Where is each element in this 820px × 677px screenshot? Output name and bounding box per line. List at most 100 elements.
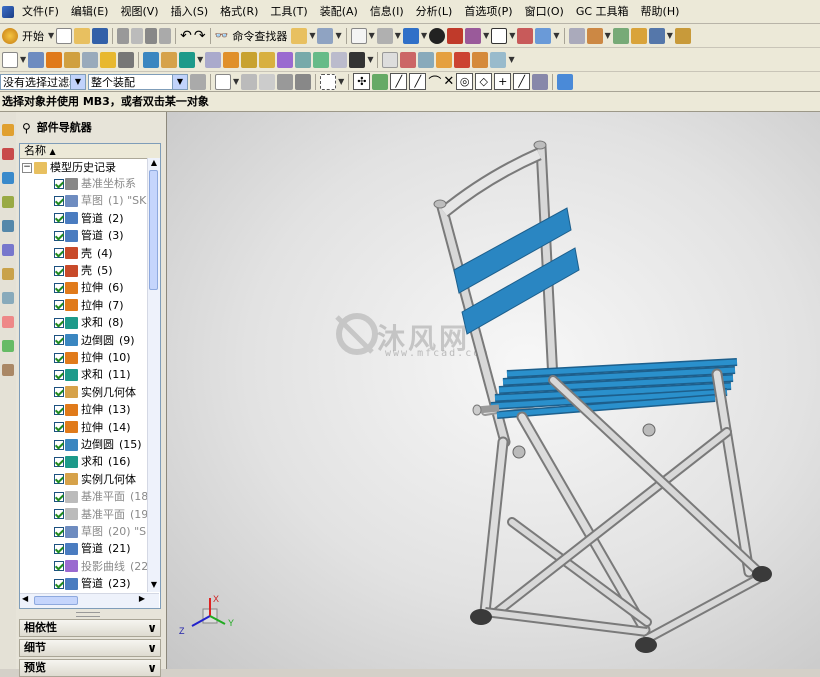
tree-row[interactable]: 管道 (3) — [54, 227, 124, 244]
pin-icon[interactable]: ⚲ — [22, 112, 31, 144]
sew-icon[interactable] — [418, 51, 435, 68]
constraint-navigator-tab-icon[interactable] — [2, 148, 14, 160]
visibility-checkbox[interactable] — [54, 317, 64, 328]
snap-point-on-curve-icon[interactable]: ╱ — [513, 73, 531, 90]
revolve-icon[interactable] — [64, 51, 81, 68]
column-header-name[interactable]: 名称 ▲ — [20, 144, 160, 159]
redo-icon[interactable]: ↷ — [194, 28, 206, 44]
tree-row[interactable]: 投影曲线 (22 — [54, 558, 148, 575]
swept-icon[interactable] — [472, 51, 489, 68]
select-icon[interactable] — [317, 27, 334, 44]
motion-icon[interactable] — [648, 27, 665, 44]
render-style-icon[interactable] — [376, 27, 393, 44]
tree-row[interactable]: 基准坐标系 — [54, 175, 141, 192]
extrude-icon[interactable] — [46, 51, 63, 68]
assembly-navigator-tab-icon[interactable] — [2, 124, 14, 136]
visibility-checkbox[interactable] — [54, 300, 64, 311]
subtract-icon[interactable] — [179, 51, 196, 68]
roles-tab-icon[interactable] — [2, 340, 14, 352]
horizontal-scroll-thumb[interactable] — [34, 596, 78, 605]
tube-icon[interactable] — [436, 51, 453, 68]
tree-row[interactable]: 实例几何体 — [54, 384, 141, 401]
tree-row[interactable]: 拉伸 (6) — [54, 279, 124, 296]
tree-row[interactable]: 基准平面 (19 — [54, 506, 148, 523]
visibility-checkbox[interactable] — [54, 456, 64, 467]
menu-analysis[interactable]: 分析(L) — [410, 2, 459, 22]
menu-edit[interactable]: 编辑(E) — [65, 2, 115, 22]
background-icon[interactable] — [447, 27, 464, 44]
instance-geometry-icon[interactable] — [161, 51, 178, 68]
rectangle-icon[interactable] — [2, 51, 18, 68]
part-navigator-tab-icon[interactable] — [2, 172, 14, 184]
snap-existing-point-icon[interactable]: + — [494, 73, 512, 90]
trim-body-icon[interactable] — [205, 51, 222, 68]
feature-select-icon[interactable] — [241, 73, 258, 90]
visibility-checkbox[interactable] — [54, 265, 64, 276]
snap-midpoint-icon[interactable]: ╱ — [409, 73, 427, 90]
fit-view-icon[interactable] — [350, 27, 367, 44]
delete-icon[interactable] — [159, 27, 172, 44]
menu-file[interactable]: 文件(F) — [16, 2, 65, 22]
visibility-checkbox[interactable] — [54, 213, 64, 224]
tree-row[interactable]: 求和 (16) — [54, 453, 131, 470]
chair-model[interactable]: Z Y X — [167, 112, 820, 669]
nx-app-icon[interactable] — [2, 5, 14, 18]
web-browser-tab-icon[interactable] — [2, 244, 14, 256]
move-component-icon[interactable] — [612, 27, 629, 44]
chevron-down-icon[interactable]: ∨ — [147, 640, 157, 656]
visibility-checkbox[interactable] — [54, 352, 64, 363]
surface-icon[interactable] — [382, 51, 399, 68]
visibility-checkbox[interactable] — [54, 422, 64, 433]
tree-row[interactable]: 壳 (4) — [54, 245, 113, 262]
visibility-checkbox[interactable] — [54, 230, 64, 241]
hd3d-tools-tab-icon[interactable] — [2, 220, 14, 232]
vertical-scroll-thumb[interactable] — [149, 170, 158, 290]
snap-view-icon[interactable] — [517, 27, 534, 44]
tree-row[interactable]: 基准平面 (18 — [54, 488, 148, 505]
tree-row[interactable]: 边倒圆 (15) — [54, 436, 142, 453]
tree-row[interactable]: 草图 (20) "S — [54, 523, 146, 540]
measure-icon[interactable] — [674, 27, 691, 44]
face-select-icon[interactable] — [259, 73, 276, 90]
draft-icon[interactable] — [277, 51, 294, 68]
pattern-icon[interactable] — [349, 51, 366, 68]
section-view-icon[interactable] — [535, 27, 552, 44]
chevron-down-icon[interactable]: ∨ — [147, 660, 157, 676]
orient-view-icon[interactable] — [429, 27, 446, 44]
chamfer-icon[interactable] — [241, 51, 258, 68]
snap-endpoint-icon[interactable]: ✣ — [353, 73, 371, 90]
tree-root-model-history[interactable]: − 模型历史记录 — [22, 159, 116, 176]
visibility-checkbox[interactable] — [54, 561, 64, 572]
sketch-icon[interactable] — [28, 51, 45, 68]
tree-row[interactable]: 边倒圆 (9) — [54, 332, 135, 349]
tree-row[interactable]: 拉伸 (14) — [54, 419, 131, 436]
snap-control-icon[interactable] — [372, 73, 389, 90]
menu-gc-toolkits[interactable]: GC 工具箱 — [570, 2, 635, 22]
scale-body-icon[interactable] — [313, 51, 330, 68]
tree-row[interactable]: 求和 (8) — [54, 314, 124, 331]
display-mode-icon[interactable] — [491, 27, 508, 44]
tree-row[interactable]: 壳 (5) — [54, 262, 113, 279]
menu-format[interactable]: 格式(R) — [214, 2, 264, 22]
collapse-toggle-icon[interactable]: − — [22, 162, 32, 173]
scroll-right-icon[interactable]: ▶ — [139, 594, 145, 603]
menu-tools[interactable]: 工具(T) — [264, 2, 313, 22]
panel-preview[interactable]: 预览 ∨ — [19, 659, 161, 677]
navigator-tree[interactable]: 名称 ▲ − 模型历史记录 基准坐标系 草图 (1) "SK 管道 (2) 管道 (3) 壳 (… — [19, 143, 161, 609]
hole-icon[interactable] — [82, 51, 99, 68]
process-studio-tab-icon[interactable] — [2, 316, 14, 328]
start-button[interactable]: 开始 — [20, 28, 46, 44]
tree-row[interactable]: 拉伸 (10) — [54, 349, 131, 366]
panel-details[interactable]: 细节 ∨ — [19, 639, 161, 657]
visibility-checkbox[interactable] — [54, 178, 64, 189]
shaded-icon[interactable] — [402, 27, 419, 44]
select-all-icon[interactable] — [215, 73, 231, 90]
panel-dependencies[interactable]: 相依性 ∨ — [19, 619, 161, 637]
history-tab-icon[interactable] — [2, 268, 14, 280]
visibility-checkbox[interactable] — [54, 509, 64, 520]
filter-icon[interactable] — [190, 73, 206, 90]
snap-face-icon[interactable] — [532, 73, 549, 90]
menu-assemblies[interactable]: 装配(A) — [314, 2, 364, 22]
tree-row[interactable]: 管道 (23) — [54, 575, 131, 592]
chevron-down-icon[interactable]: ∨ — [147, 620, 157, 636]
